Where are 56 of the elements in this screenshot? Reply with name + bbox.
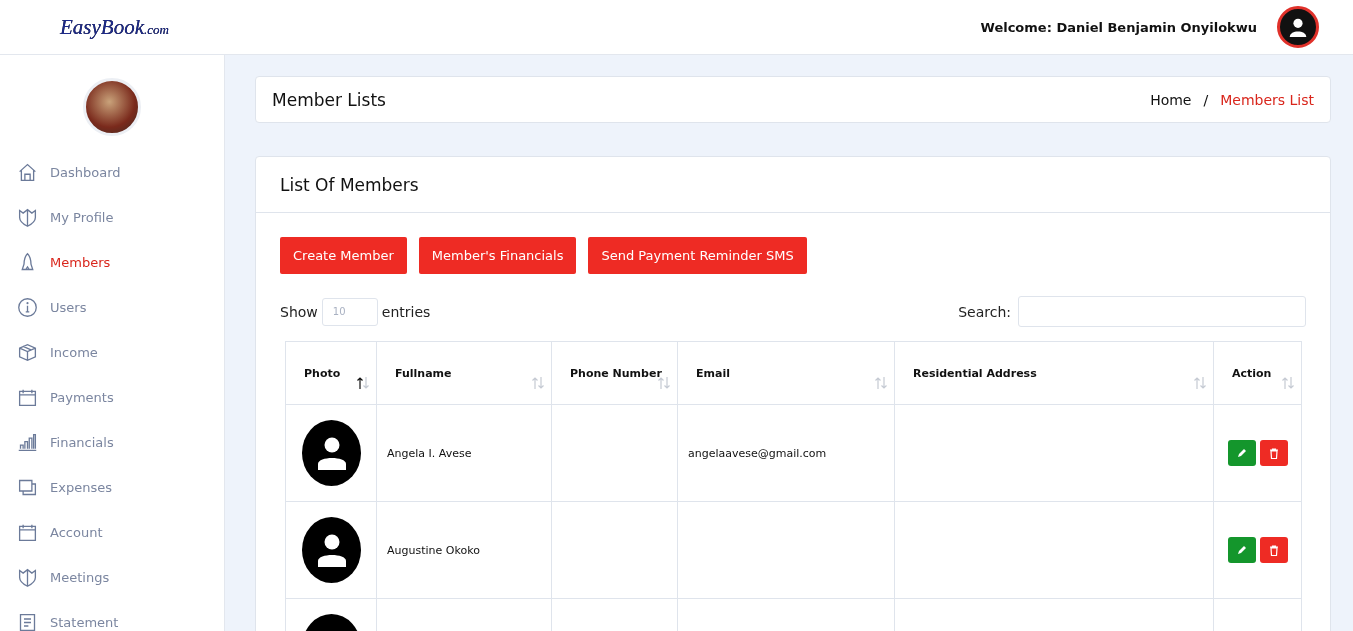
- pencil-icon: [1236, 545, 1247, 555]
- card-title: List Of Members: [280, 174, 419, 195]
- edit-button[interactable]: [1227, 440, 1256, 466]
- column-label: Residential Address: [913, 366, 1037, 380]
- calendar-icon: [17, 522, 38, 543]
- breadcrumb-link[interactable]: Members List: [1220, 91, 1314, 108]
- nav-item[interactable]: Expenses: [17, 476, 224, 499]
- entries-label: entries: [381, 303, 431, 320]
- delete-button[interactable]: [1259, 537, 1288, 563]
- fullname-text: Augustine Okoko: [387, 543, 480, 557]
- bar-chart-icon: [17, 432, 38, 453]
- document-icon: [17, 612, 38, 631]
- column-label: Email: [696, 366, 730, 380]
- calendar-icon: [17, 387, 38, 408]
- fullname-text: Angela I. Avese: [387, 446, 472, 460]
- search-field[interactable]: [1018, 296, 1306, 327]
- column-label: Fullname: [395, 366, 452, 380]
- nav-item[interactable]: Financials: [17, 431, 224, 454]
- box-icon: [17, 342, 38, 363]
- user-avatar[interactable]: [1277, 6, 1319, 48]
- delete-button[interactable]: [1259, 440, 1288, 466]
- trash-icon: [1268, 447, 1279, 459]
- nav-item[interactable]: Payments: [17, 386, 224, 409]
- shield-icon: [17, 567, 38, 588]
- nav-item[interactable]: Users: [17, 296, 224, 319]
- person-icon: [316, 533, 347, 567]
- action-button[interactable]: Create Member: [280, 237, 407, 274]
- edit-button[interactable]: [1227, 537, 1256, 563]
- person-icon: [316, 436, 347, 470]
- house-icon: [17, 162, 38, 183]
- welcome-text: Welcome: Daniel Benjamin Onyilokwu: [980, 19, 1257, 35]
- nav-item[interactable]: My Profile: [17, 206, 224, 229]
- entries-field[interactable]: 10: [321, 297, 378, 326]
- trash-icon: [1268, 544, 1279, 556]
- breadcrumb-link[interactable]: Home: [1150, 91, 1192, 108]
- page-title: Member Lists: [272, 89, 386, 110]
- nav-item[interactable]: Account: [17, 521, 224, 544]
- nav-item[interactable]: Dashboard: [17, 161, 224, 184]
- column-label: Action: [1232, 366, 1272, 380]
- pencil-icon: [1236, 448, 1247, 458]
- nav-item[interactable]: Members: [17, 251, 224, 274]
- nav-item[interactable]: Income: [17, 341, 224, 364]
- column-label: Phone Number: [570, 366, 662, 380]
- action-button[interactable]: Send Payment Reminder SMS: [588, 237, 807, 274]
- email-text: angelaavese@gmail.com: [688, 446, 827, 460]
- logo[interactable]: EasyBook.com: [60, 14, 169, 40]
- info-icon: [17, 297, 38, 318]
- action-button[interactable]: Member's Financials: [418, 237, 577, 274]
- show-label: Show: [280, 303, 318, 320]
- windows-icon: [17, 477, 38, 498]
- shield-icon: [17, 207, 38, 228]
- breadcrumb-separator: /: [1203, 91, 1209, 108]
- nav-item[interactable]: Meetings: [17, 566, 224, 589]
- search-label: Search:: [958, 303, 1011, 320]
- nav-item[interactable]: Statement: [17, 611, 224, 631]
- column-label: Photo: [304, 366, 341, 380]
